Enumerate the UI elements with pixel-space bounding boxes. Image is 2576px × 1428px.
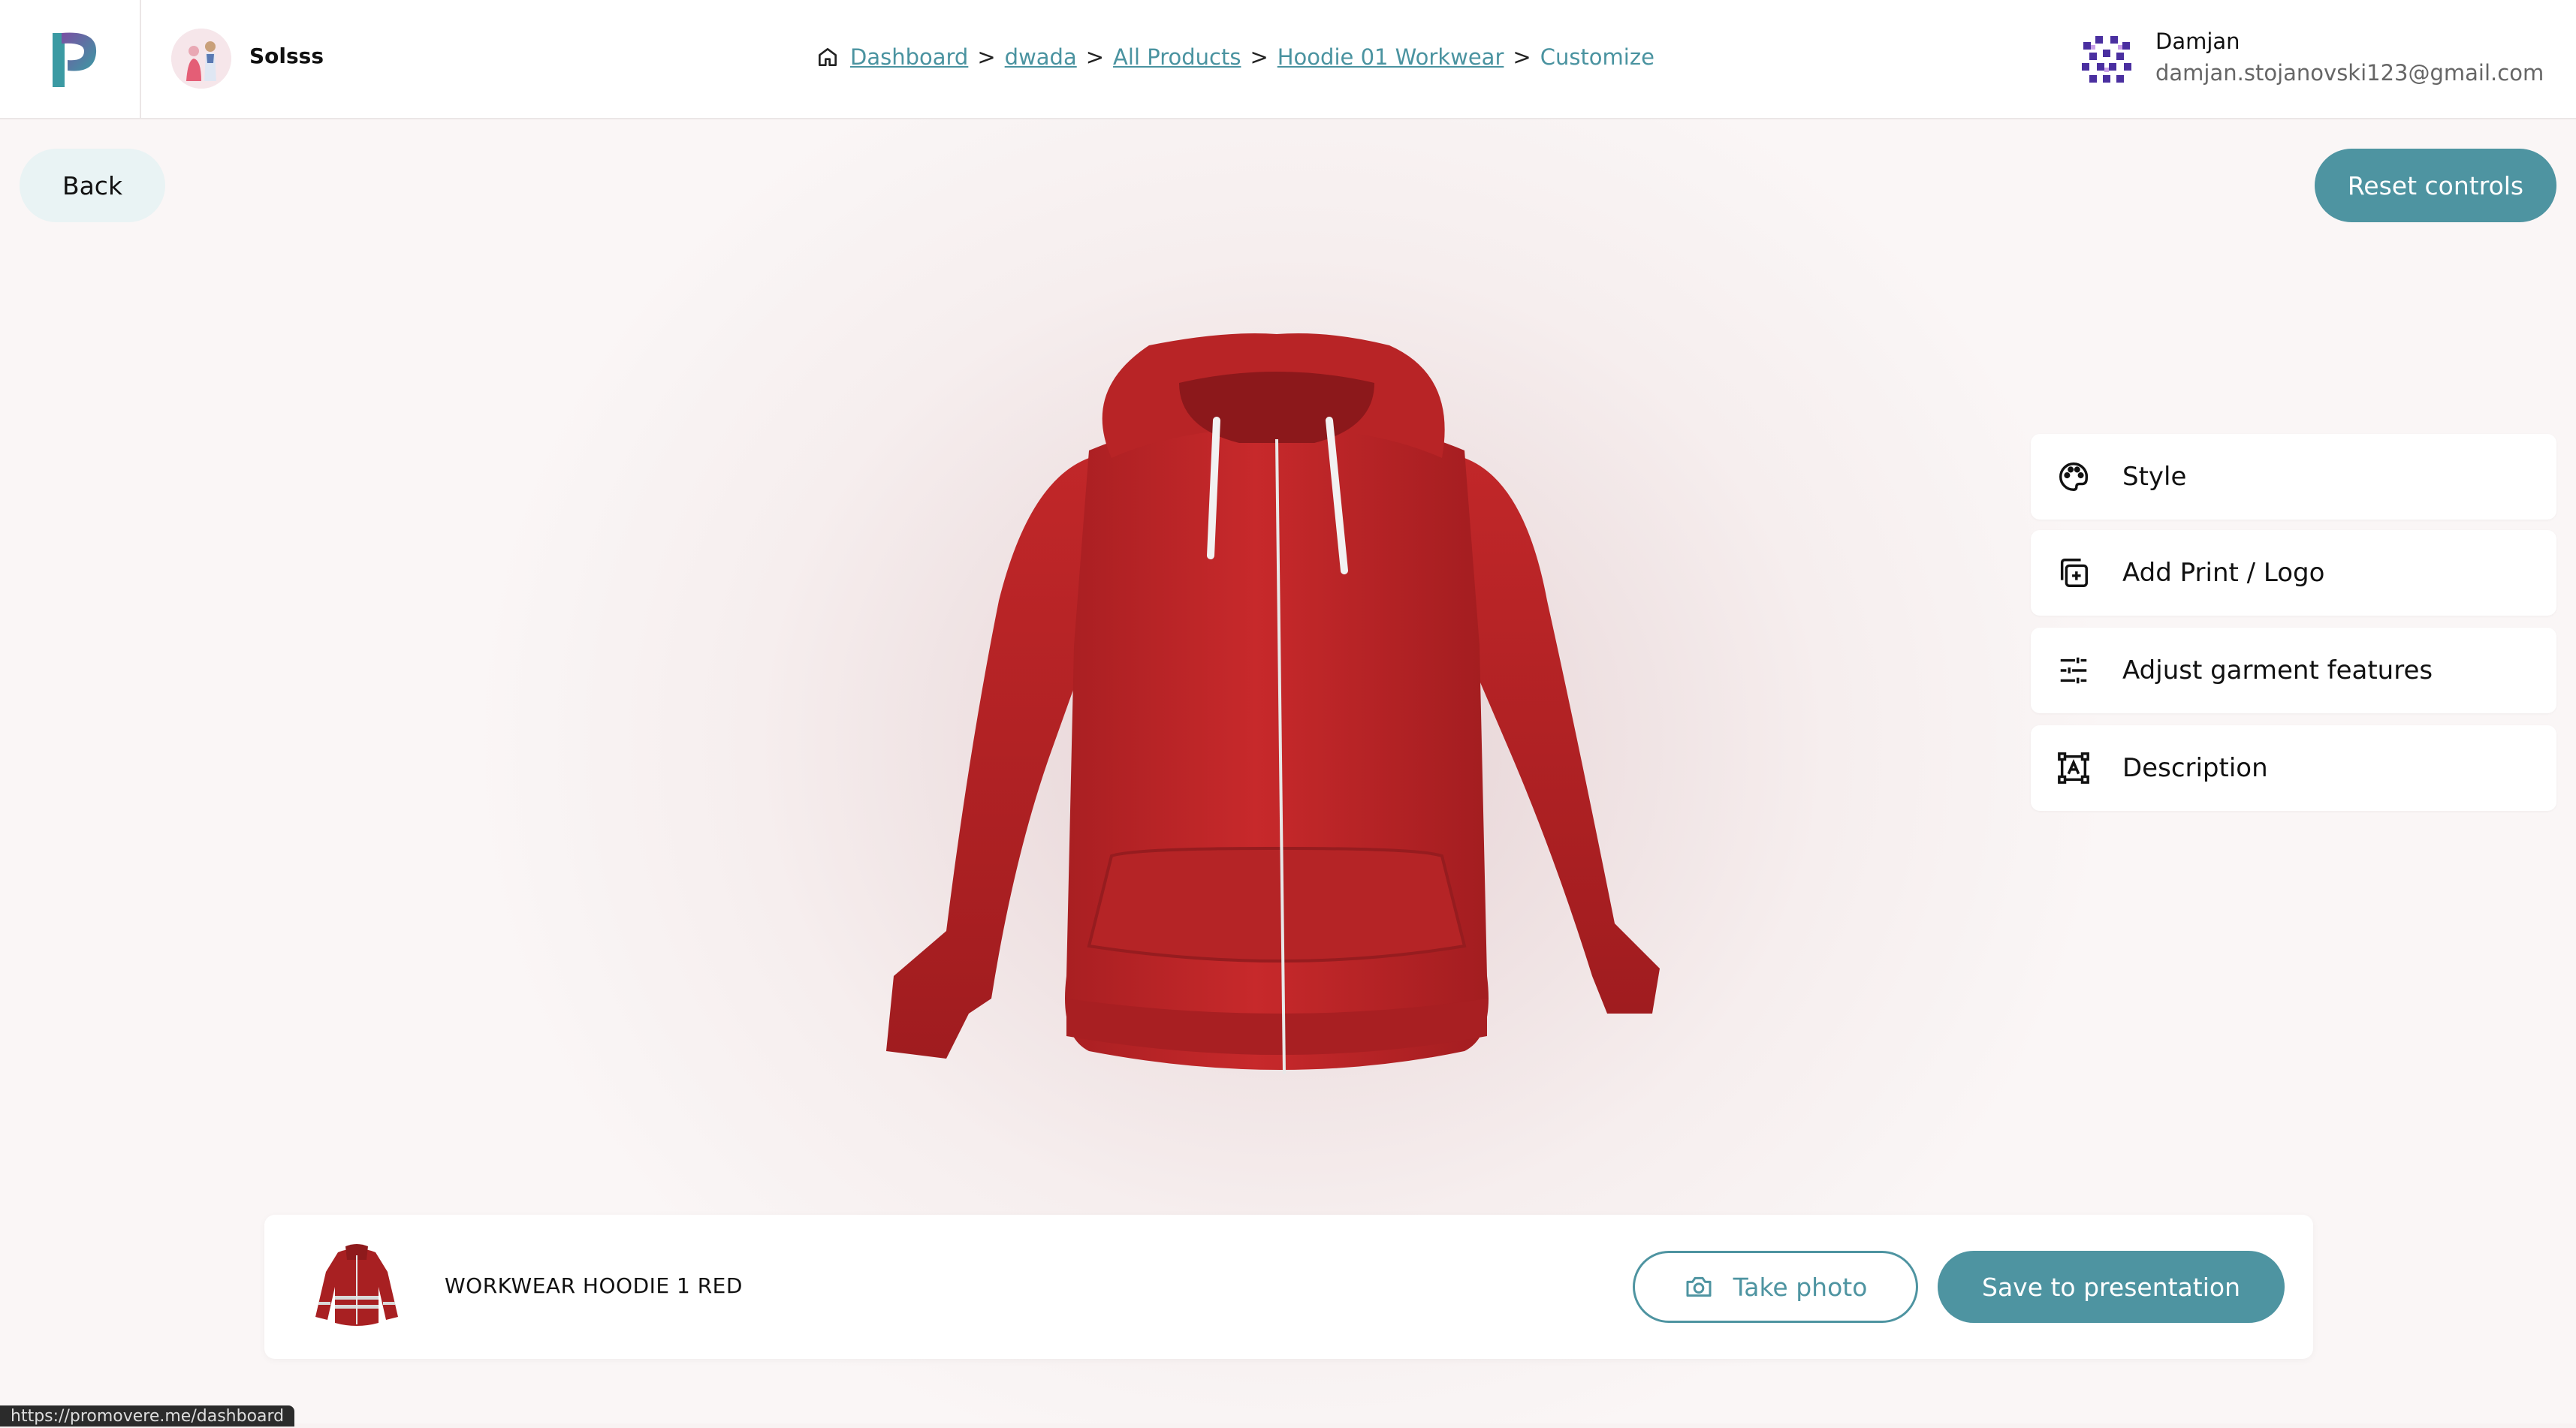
breadcrumb-product-link[interactable]: Hoodie 01 Workwear [1277, 44, 1504, 70]
logo-area[interactable] [0, 0, 141, 118]
product-action-bar: WORKWEAR HOODIE 1 RED Take photo Save to… [264, 1215, 2313, 1359]
menu-item-label: Style [2122, 462, 2187, 492]
breadcrumb-dwada-link[interactable]: dwada [1005, 44, 1077, 70]
breadcrumb-separator: > [977, 44, 996, 70]
save-to-presentation-button[interactable]: Save to presentation [1938, 1251, 2285, 1323]
breadcrumb-separator: > [1250, 44, 1268, 70]
breadcrumb-separator: > [1513, 44, 1531, 70]
text-frame-icon [2058, 752, 2089, 784]
product-name: WORKWEAR HOODIE 1 RED [445, 1273, 743, 1298]
organization-name[interactable]: Solsss [249, 44, 324, 68]
menu-item-label: Description [2122, 753, 2268, 783]
user-name[interactable]: Damjan [2155, 29, 2240, 54]
add-layer-icon [2060, 559, 2088, 587]
take-photo-label: Take photo [1733, 1272, 1868, 1302]
menu-item-label: Adjust garment features [2122, 655, 2433, 685]
hoodie-3d-preview[interactable] [864, 330, 1690, 1104]
app-logo-icon[interactable] [48, 27, 101, 90]
top-header: Solsss Dashboard > dwada > All Products … [0, 0, 2576, 119]
identicon-icon [2076, 29, 2137, 90]
sliders-icon [2060, 657, 2087, 684]
user-avatar[interactable] [2076, 29, 2137, 90]
reset-controls-button[interactable]: Reset controls [2315, 149, 2556, 222]
palette-icon [2059, 462, 2089, 491]
menu-item-description[interactable]: Description [2031, 725, 2556, 811]
breadcrumb-separator: > [1085, 44, 1105, 70]
menu-item-adjust-garment[interactable]: Adjust garment features [2031, 628, 2556, 713]
product-thumbnail[interactable] [309, 1242, 404, 1330]
breadcrumb-dashboard-link[interactable]: Dashboard [850, 44, 968, 70]
menu-item-style[interactable]: Style [2031, 434, 2556, 520]
user-email[interactable]: damjan.stojanovski123@gmail.com [2155, 60, 2544, 86]
home-icon[interactable] [816, 45, 840, 69]
breadcrumb: Dashboard > dwada > All Products > Hoodi… [816, 42, 1654, 72]
menu-item-add-print-logo[interactable]: Add Print / Logo [2031, 530, 2556, 616]
camera-icon [1686, 1276, 1712, 1297]
people-illustration-icon [171, 29, 231, 89]
take-photo-button[interactable]: Take photo [1633, 1251, 1918, 1323]
back-button[interactable]: Back [20, 149, 165, 222]
breadcrumb-current: Customize [1540, 44, 1654, 70]
organization-avatar[interactable] [171, 29, 231, 89]
menu-item-label: Add Print / Logo [2122, 558, 2325, 588]
breadcrumb-all-products-link[interactable]: All Products [1113, 44, 1241, 70]
